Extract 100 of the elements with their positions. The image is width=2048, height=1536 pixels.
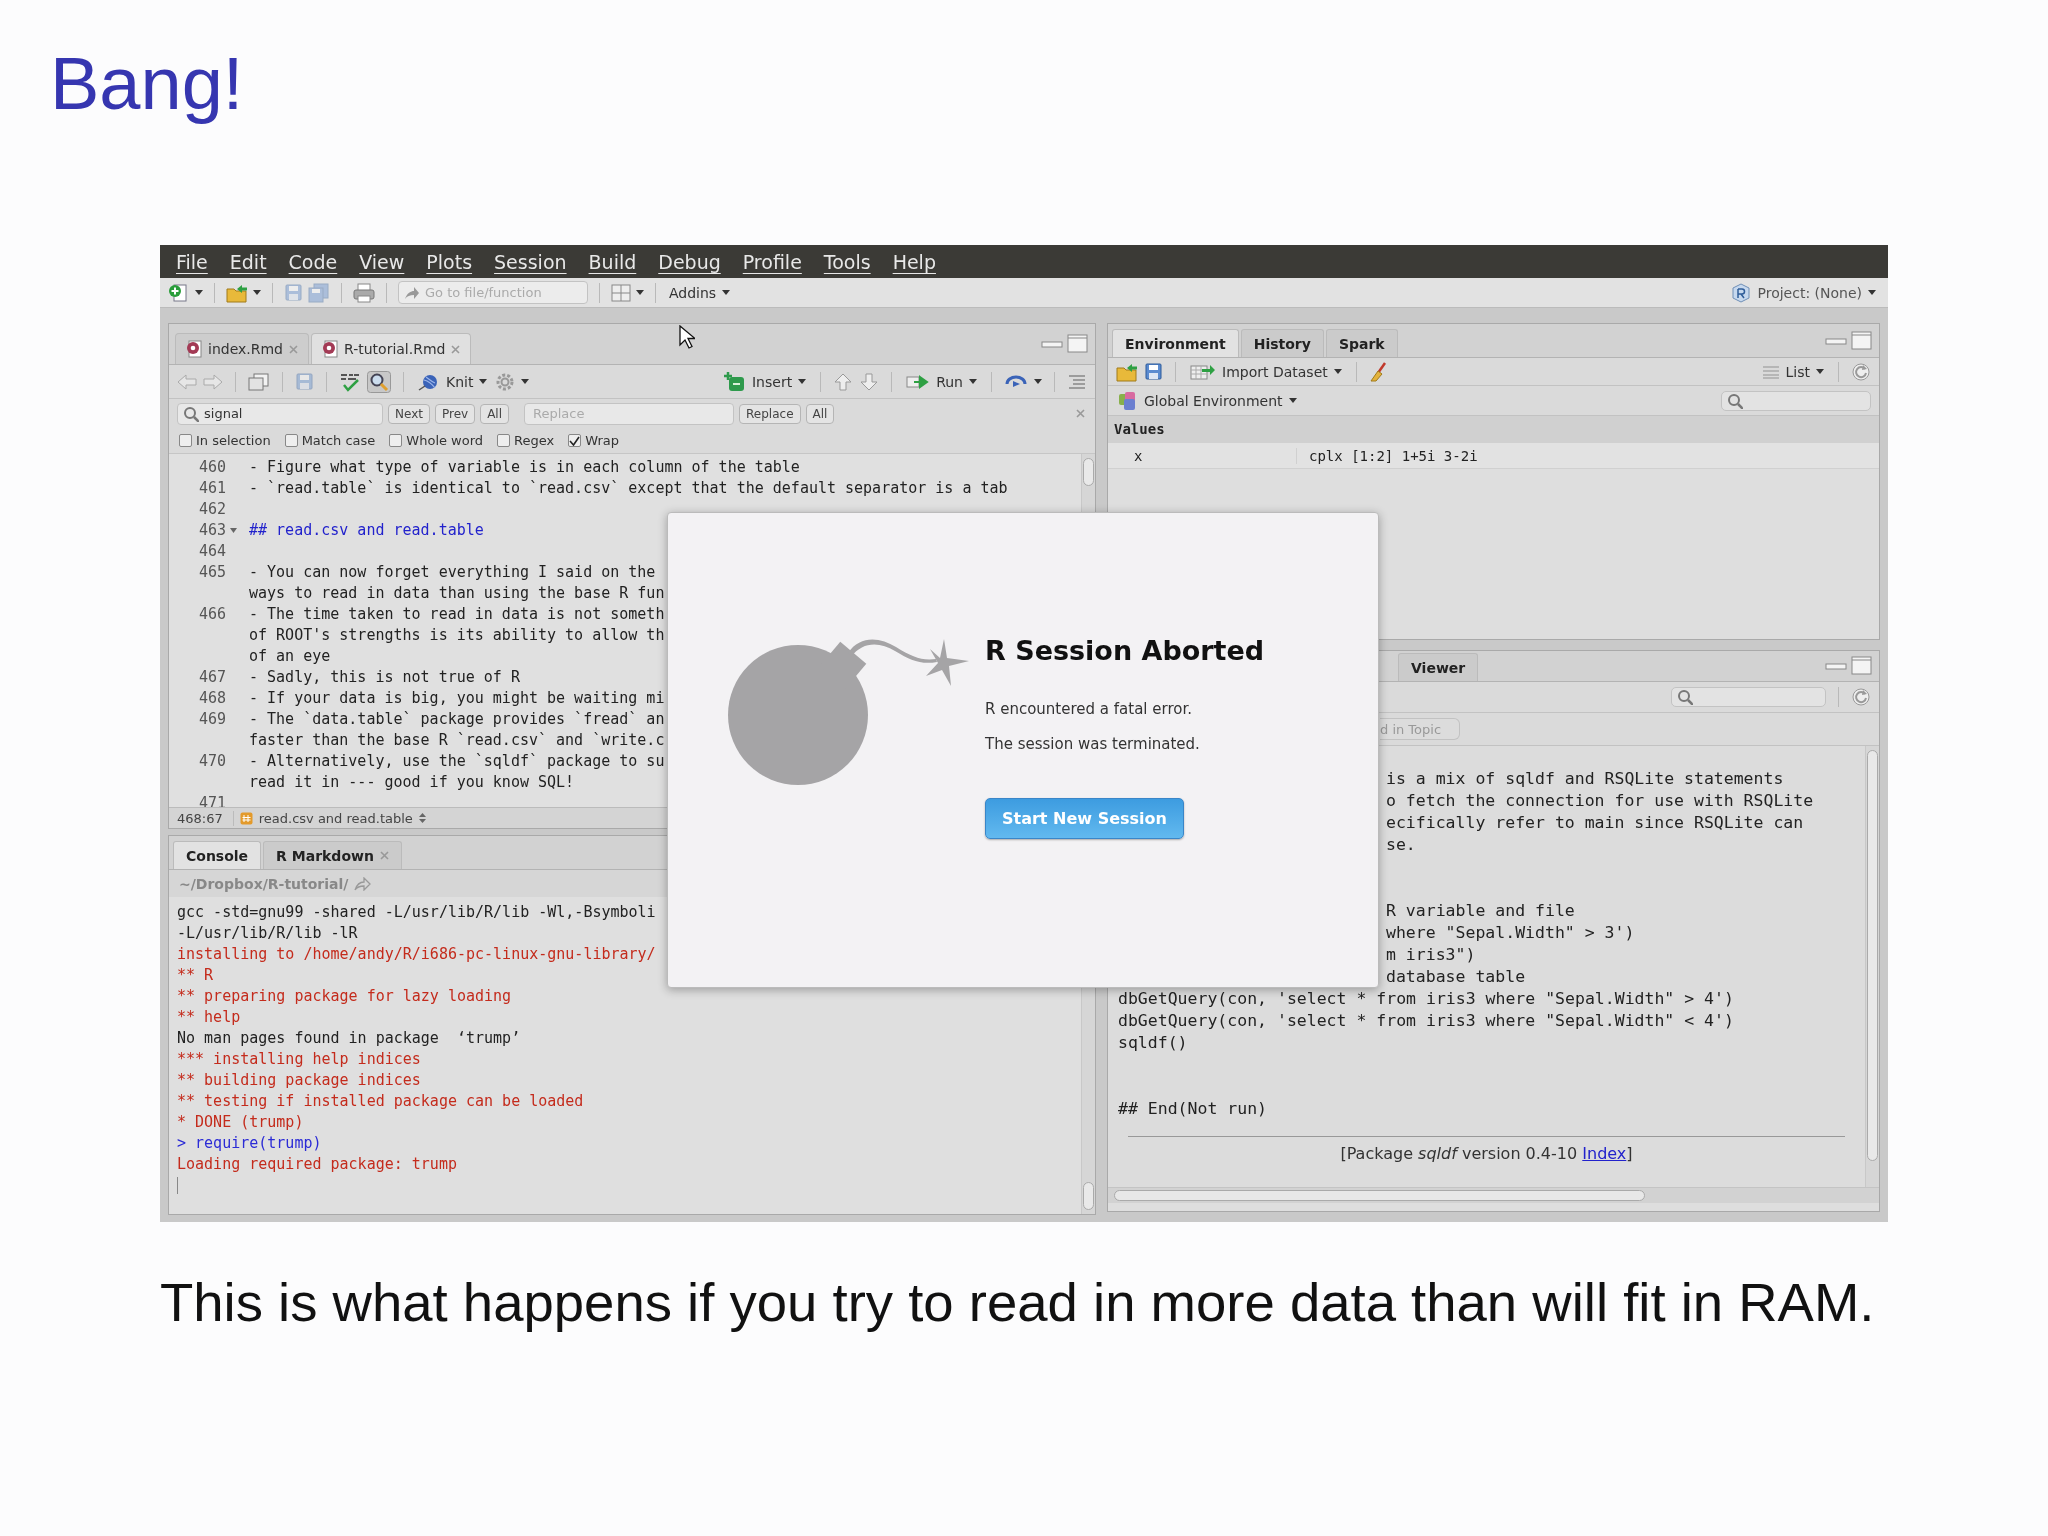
environment-selector[interactable]: Global Environment	[1116, 390, 1299, 411]
menu-item[interactable]: Code	[288, 250, 338, 273]
outline-icon[interactable]	[1067, 373, 1087, 390]
caret-icon[interactable]	[636, 290, 644, 295]
checkbox-label: Regex	[514, 433, 555, 448]
console-line: No man pages found in package ‘trump’	[177, 1028, 522, 1049]
menu-item[interactable]: Edit	[229, 250, 267, 273]
addins-button[interactable]: Addins	[667, 284, 733, 301]
save-all-icon[interactable]	[308, 282, 330, 303]
code-line: - Figure what type of variable is in each column of the table	[249, 457, 800, 478]
gear-icon[interactable]	[495, 371, 516, 392]
menu-item[interactable]: File	[176, 250, 208, 273]
search-icon	[183, 405, 199, 422]
caret-icon[interactable]	[253, 290, 261, 295]
menu-item[interactable]: Plots	[426, 250, 473, 273]
print-icon[interactable]	[353, 282, 375, 303]
pane-tab[interactable]: Spark	[1325, 329, 1398, 357]
dialog-message: The session was terminated.	[985, 734, 1200, 755]
yarn-icon	[418, 372, 440, 391]
close-icon[interactable]	[379, 851, 389, 860]
show-in-window-icon[interactable]	[248, 372, 270, 391]
caret-icon[interactable]	[1333, 369, 1342, 374]
menu-item[interactable]: Tools	[823, 250, 871, 273]
insert-button[interactable]: Insert	[722, 371, 809, 392]
close-icon[interactable]	[451, 344, 461, 354]
scrollbar[interactable]	[1865, 746, 1879, 1187]
fold-caret-icon[interactable]	[230, 528, 237, 533]
caret-icon[interactable]	[1868, 290, 1876, 295]
caret-icon[interactable]	[1288, 398, 1297, 403]
find-field[interactable]: signal	[177, 402, 383, 425]
search-field[interactable]	[1721, 390, 1871, 411]
save-icon[interactable]	[1144, 362, 1163, 381]
editor-tab[interactable]: R-tutorial.Rmd	[311, 333, 472, 364]
editor-tab[interactable]: index.Rmd	[175, 333, 309, 364]
line-number: 461	[197, 478, 226, 499]
import-dataset-button[interactable]: Import Dataset	[1188, 362, 1344, 381]
caret-icon[interactable]	[722, 290, 731, 295]
checkbox[interactable]	[497, 434, 511, 447]
new-file-icon[interactable]	[168, 282, 190, 303]
caret-icon[interactable]	[479, 379, 488, 384]
project-button[interactable]: Project: (None)	[1729, 282, 1878, 303]
folder-icon[interactable]	[1116, 361, 1138, 382]
mouse-pointer-icon	[679, 325, 695, 349]
code-heading: ## read.csv and read.table	[249, 520, 484, 541]
folder-icon[interactable]	[226, 282, 248, 303]
knit-button[interactable]: Knit	[416, 372, 490, 391]
search-field[interactable]	[1671, 687, 1826, 707]
close-icon[interactable]	[289, 344, 298, 354]
caret-icon[interactable]	[521, 379, 530, 384]
back-arrow-icon[interactable]	[177, 372, 197, 391]
menu-item[interactable]: Session	[494, 250, 567, 273]
next-button[interactable]: Next	[388, 403, 430, 424]
scrollbar[interactable]	[1108, 1187, 1879, 1203]
checkbox[interactable]	[284, 434, 298, 447]
maximize-icon[interactable]	[1851, 330, 1873, 351]
prev-button[interactable]: Prev	[434, 403, 476, 424]
search-icon[interactable]	[367, 370, 391, 393]
run-button[interactable]: Run	[904, 373, 979, 390]
spellcheck-icon[interactable]	[339, 371, 361, 392]
menu-item[interactable]: Debug	[658, 250, 721, 273]
go-to-directory-icon[interactable]	[354, 876, 373, 891]
line-number: 460	[197, 457, 226, 478]
caret-icon[interactable]	[1034, 379, 1042, 384]
caret-icon[interactable]	[798, 379, 807, 384]
pane-tab[interactable]: Console	[173, 841, 262, 869]
caret-icon[interactable]	[195, 290, 203, 295]
grid-icon[interactable]	[611, 283, 631, 302]
menu-item[interactable]: Build	[588, 250, 637, 273]
pane-tab[interactable]: Environment	[1112, 329, 1239, 357]
caret-icon[interactable]	[1816, 369, 1824, 374]
forward-arrow-icon[interactable]	[203, 372, 223, 391]
close-icon[interactable]	[1076, 409, 1085, 418]
replace-field[interactable]: Replace	[524, 402, 735, 425]
pane-tab[interactable]: History	[1240, 329, 1324, 357]
dialog-title: R Session Aborted	[985, 635, 1265, 666]
go-to-file-field[interactable]: Go to file/function	[398, 281, 588, 304]
checkbox[interactable]	[568, 434, 582, 447]
up-arrow-icon[interactable]	[833, 371, 854, 392]
r-project-icon	[1731, 282, 1752, 303]
refresh-icon[interactable]	[1851, 687, 1871, 707]
find-all-button[interactable]: All	[480, 403, 510, 424]
broom-icon[interactable]	[1368, 361, 1389, 382]
maximize-icon[interactable]	[1067, 334, 1089, 354]
pane-tab[interactable]: R Markdown	[263, 841, 402, 869]
menu-item[interactable]: Profile	[742, 250, 802, 273]
pane-tab[interactable]: Viewer	[1398, 653, 1479, 681]
checkbox[interactable]	[389, 434, 403, 447]
refresh-icon[interactable]	[1851, 361, 1871, 382]
down-arrow-icon[interactable]	[859, 371, 880, 392]
index-link[interactable]: Index	[1582, 1144, 1627, 1163]
checkbox[interactable]	[179, 434, 192, 447]
section-selector[interactable]: read.csv and read.table	[232, 810, 426, 826]
console-line: * DONE (trump)	[177, 1112, 305, 1133]
menu-item[interactable]: Help	[892, 250, 936, 273]
replace-button[interactable]: Replace	[739, 403, 801, 424]
view-mode-button[interactable]: List	[1759, 363, 1826, 380]
caret-icon[interactable]	[969, 379, 977, 384]
maximize-icon[interactable]	[1851, 656, 1873, 676]
menu-item[interactable]: View	[359, 250, 405, 273]
replace-all-button[interactable]: All	[805, 403, 835, 424]
